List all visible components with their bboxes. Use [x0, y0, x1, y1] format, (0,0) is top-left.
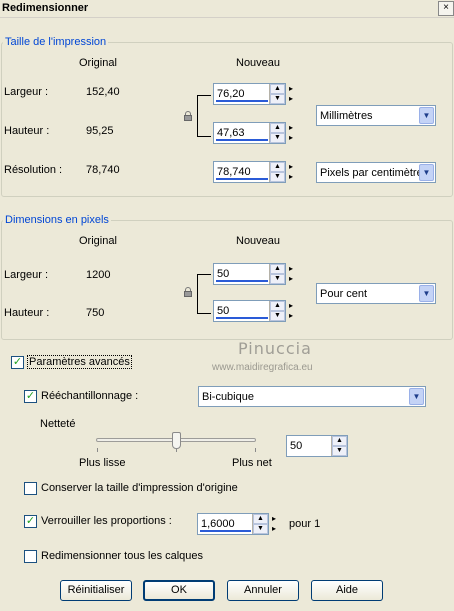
print-height-side-icon[interactable]: ▸ ▸: [287, 123, 295, 143]
print-resolution-side-icon[interactable]: ▸ ▸: [287, 162, 295, 182]
cancel-button[interactable]: Annuler: [227, 580, 299, 601]
resize-all-layers-checkbox[interactable]: [24, 550, 37, 563]
advanced-checkbox[interactable]: ✓: [11, 356, 24, 369]
pixel-height-spinbox[interactable]: 50 ▲ ▼: [213, 300, 286, 322]
sharpness-max-label: Plus net: [232, 457, 272, 469]
print-width-original: 152,40: [86, 86, 120, 98]
resampling-label: Rééchantillonnage :: [41, 390, 139, 402]
spin-up-icon[interactable]: ▲: [270, 84, 285, 94]
print-width-value: 76,20: [217, 88, 245, 100]
print-width-label: Largeur :: [4, 86, 49, 98]
print-width-side-icon[interactable]: ▸ ▸: [287, 84, 295, 104]
pixel-units-value: Pour cent: [320, 288, 368, 300]
spin-up-icon[interactable]: ▲: [270, 301, 285, 311]
pixel-height-side-icon[interactable]: ▸ ▸: [287, 301, 295, 321]
resampling-method-select[interactable]: Bi-cubique ▼: [198, 386, 426, 407]
print-height-label: Hauteur :: [4, 125, 50, 137]
chevron-down-icon[interactable]: ▼: [419, 107, 434, 124]
help-button[interactable]: Aide: [311, 580, 383, 601]
window-title: Redimensionner: [2, 2, 89, 14]
sharpness-label: Netteté: [40, 418, 76, 430]
watermark-name: Pinuccia: [238, 339, 312, 358]
keep-print-size-label: Conserver la taille d'impression d'origi…: [41, 482, 238, 494]
spin-up-icon[interactable]: ▲: [270, 123, 285, 133]
title-bar: Redimensionner ×: [0, 0, 454, 18]
print-size-group-title: Taille de l'impression: [3, 36, 109, 48]
resolution-units-select[interactable]: Pixels par centimètre ▼: [316, 162, 436, 183]
print-resolution-value: 78,740: [217, 166, 251, 178]
pixel-lock-bracket: [197, 274, 211, 314]
ratio-spinbox[interactable]: 1,6000 ▲ ▼: [197, 513, 269, 535]
spin-up-icon[interactable]: ▲: [270, 264, 285, 274]
pixel-height-label: Hauteur :: [4, 307, 50, 319]
sharpness-slider-thumb[interactable]: [171, 432, 181, 449]
sharpness-tick-max: [255, 448, 256, 452]
print-units-select[interactable]: Millimètres ▼: [316, 105, 436, 126]
spin-down-icon[interactable]: ▼: [332, 446, 347, 456]
spin-down-icon[interactable]: ▼: [270, 133, 285, 143]
print-resolution-spinbox[interactable]: 78,740 ▲ ▼: [213, 161, 286, 183]
keep-print-size-checkbox[interactable]: [24, 482, 37, 495]
ratio-value: 1,6000: [201, 518, 235, 530]
check-icon: ✓: [25, 515, 36, 527]
sharpness-value: 50: [290, 440, 303, 452]
close-icon: ×: [443, 2, 449, 13]
sharpness-tick-min: [97, 448, 98, 452]
pixel-width-original: 1200: [86, 269, 111, 281]
pixel-height-original: 750: [86, 307, 105, 319]
spin-up-icon[interactable]: ▲: [253, 514, 268, 524]
pixel-height-value: 50: [217, 305, 230, 317]
resampling-checkbox[interactable]: ✓: [24, 390, 37, 403]
reset-button[interactable]: Réinitialiser: [60, 580, 132, 601]
close-button[interactable]: ×: [438, 1, 454, 16]
pixel-width-spinbox[interactable]: 50 ▲ ▼: [213, 263, 286, 285]
lock-ratio-label: Verrouiller les proportions :: [41, 515, 172, 527]
print-height-original: 95,25: [86, 125, 114, 137]
watermark-site: www.maidiregrafica.eu: [212, 362, 313, 373]
ratio-suffix: pour 1: [289, 518, 321, 530]
spin-up-icon[interactable]: ▲: [332, 436, 347, 446]
pixel-width-side-icon[interactable]: ▸ ▸: [287, 264, 295, 284]
ok-button[interactable]: OK: [143, 580, 215, 601]
chevron-down-icon[interactable]: ▼: [419, 164, 434, 181]
resampling-method-value: Bi-cubique: [202, 391, 254, 403]
pixel-dimensions-group-title: Dimensions en pixels: [3, 214, 111, 226]
pixel-width-value: 50: [217, 268, 230, 280]
pixel-lock-icon[interactable]: [184, 287, 192, 297]
chevron-down-icon[interactable]: ▼: [419, 285, 434, 302]
print-width-spinbox[interactable]: 76,20 ▲ ▼: [213, 83, 286, 105]
pixel-units-select[interactable]: Pour cent ▼: [316, 283, 436, 304]
check-icon: ✓: [25, 390, 36, 402]
ratio-side-icon[interactable]: ▸ ▸: [270, 514, 278, 534]
pixel-width-label: Largeur :: [4, 269, 49, 281]
spin-down-icon[interactable]: ▼: [253, 524, 268, 534]
print-height-value: 47,63: [217, 127, 245, 139]
resolution-units-value: Pixels par centimètre: [320, 167, 423, 179]
print-lock-icon[interactable]: [184, 111, 192, 121]
spin-down-icon[interactable]: ▼: [270, 94, 285, 104]
print-col-original: Original: [79, 57, 117, 69]
print-units-value: Millimètres: [320, 110, 373, 122]
print-height-spinbox[interactable]: 47,63 ▲ ▼: [213, 122, 286, 144]
sharpness-min-label: Plus lisse: [79, 457, 126, 469]
print-col-new: Nouveau: [236, 57, 281, 69]
pixel-col-original: Original: [79, 235, 117, 247]
sharpness-spinbox[interactable]: 50 ▲ ▼: [286, 435, 348, 457]
print-resolution-label: Résolution :: [4, 164, 63, 176]
pixel-col-new: Nouveau: [236, 235, 281, 247]
chevron-down-icon[interactable]: ▼: [409, 388, 424, 405]
spin-down-icon[interactable]: ▼: [270, 311, 285, 321]
spin-up-icon[interactable]: ▲: [270, 162, 285, 172]
spin-down-icon[interactable]: ▼: [270, 172, 285, 182]
advanced-label[interactable]: Paramètres avancés: [27, 355, 132, 369]
lock-ratio-checkbox[interactable]: ✓: [24, 515, 37, 528]
print-resolution-original: 78,740: [86, 164, 120, 176]
print-lock-bracket: [197, 95, 211, 137]
spin-down-icon[interactable]: ▼: [270, 274, 285, 284]
check-icon: ✓: [12, 356, 23, 368]
resize-all-layers-label: Redimensionner tous les calques: [41, 550, 204, 562]
